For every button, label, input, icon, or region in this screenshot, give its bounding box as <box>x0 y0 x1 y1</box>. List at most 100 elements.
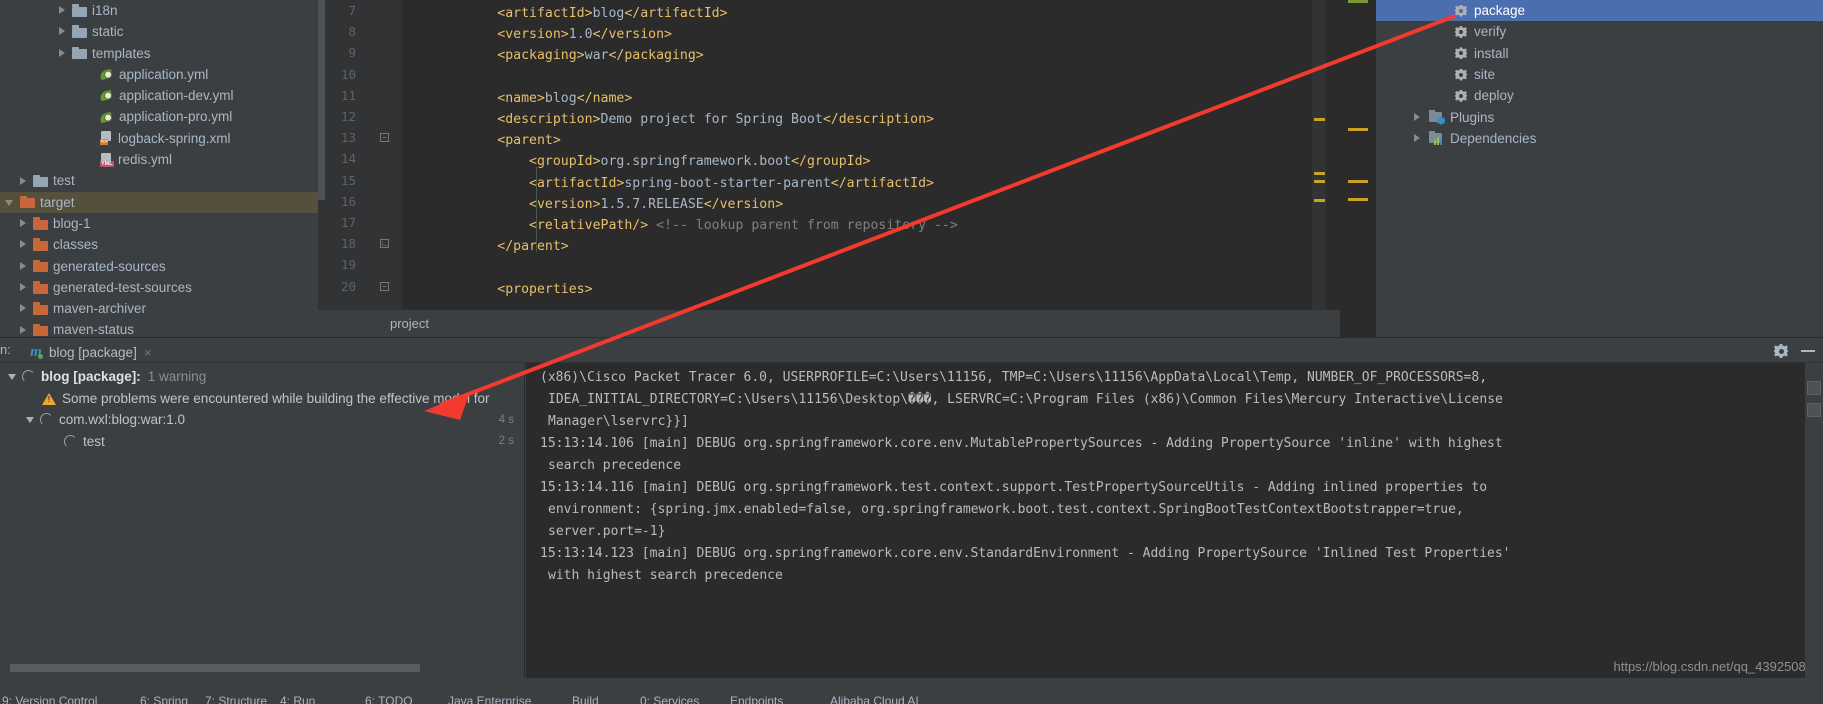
project-tree-row[interactable]: i18n <box>0 0 318 21</box>
code-line[interactable] <box>402 67 466 88</box>
status-bar-item[interactable]: Endpoints <box>730 694 783 704</box>
chevron-down-icon[interactable] <box>26 414 37 425</box>
maven-tree-row[interactable]: verify <box>1376 21 1823 42</box>
error-stripe-mark[interactable] <box>1314 199 1325 202</box>
scroll-to-end-icon[interactable] <box>1807 403 1821 417</box>
project-tree-row[interactable]: YML redis.yml <box>0 149 318 170</box>
build-output-tree[interactable]: blog [package]: 1 warning Some problems we… <box>0 363 525 678</box>
project-tree-row[interactable]: templates <box>0 43 318 64</box>
maven-tree-row[interactable]: deploy <box>1376 85 1823 106</box>
chevron-right-icon[interactable] <box>18 303 29 314</box>
status-bar-item[interactable]: 6: Spring <box>140 694 188 704</box>
console-line: IDEA_INITIAL_DIRECTORY=C:\Users\11156\De… <box>548 392 1503 407</box>
project-tree-row[interactable]: maven-archiver <box>0 298 318 319</box>
chevron-right-icon[interactable] <box>57 48 68 59</box>
error-stripe-mark[interactable] <box>1314 118 1325 121</box>
build-tree-row-label: com.wxl:blog:war:1.0 <box>59 412 186 428</box>
build-console-output[interactable]: (x86)\Cisco Packet Tracer 6.0, USERPROFI… <box>526 363 1823 678</box>
status-bar-item[interactable]: 6: TODO <box>365 694 413 704</box>
editor-code-area[interactable]: <artifactId>blog</artifactId> <version>1… <box>402 0 1340 310</box>
code-line[interactable]: <parent> <box>402 130 561 151</box>
code-line[interactable]: <version>1.0</version> <box>402 24 672 45</box>
code-editor[interactable]: 7 8 9 10 11 12 13−14 15 16 17 18 ∟ 19 20− <artifactId… <box>318 0 1340 337</box>
code-line[interactable]: <packaging>war</packaging> <box>402 45 703 66</box>
editor-breadcrumb[interactable]: project <box>318 310 1340 337</box>
editor-vertical-scrollbar[interactable] <box>318 0 325 200</box>
chevron-right-icon[interactable] <box>18 218 29 229</box>
code-line[interactable]: <properties> <box>402 279 592 300</box>
chevron-right-icon[interactable] <box>18 239 29 250</box>
project-tool-window[interactable]: i18n static templates application.yml applic… <box>0 0 318 337</box>
project-tree-row[interactable]: maven-status <box>0 319 318 337</box>
project-tree-row[interactable]: test <box>0 170 318 191</box>
code-line[interactable]: <version>1.5.7.RELEASE</version> <box>402 194 783 215</box>
status-bar-item[interactable]: 0: Services <box>640 694 699 704</box>
project-tree-row[interactable]: target <box>0 191 318 213</box>
maven-tree-row[interactable]: site <box>1376 64 1823 85</box>
maven-tool-window[interactable]: package verify install site deploy Plugins Dep… <box>1340 0 1823 337</box>
maven-tree-row[interactable]: install <box>1376 43 1823 64</box>
chevron-down-icon[interactable] <box>5 197 16 208</box>
chevron-down-icon[interactable] <box>8 371 19 382</box>
chevron-right-icon[interactable] <box>18 325 29 336</box>
code-line[interactable]: <artifactId>blog</artifactId> <box>402 3 727 24</box>
close-icon[interactable]: × <box>144 345 152 360</box>
project-tree-row-label: application.yml <box>119 66 209 82</box>
fold-end-icon[interactable]: ∟ <box>380 239 391 250</box>
project-tree-row-label: maven-archiver <box>53 301 147 317</box>
build-tree-row[interactable]: test 2 s <box>0 431 524 453</box>
fold-collapse-icon[interactable]: − <box>380 281 391 293</box>
chevron-right-icon[interactable] <box>18 282 29 293</box>
status-bar-item[interactable]: Java Enterprise <box>448 694 531 704</box>
build-tree-row[interactable]: com.wxl:blog:war:1.0 4 s <box>0 409 524 431</box>
status-bar-item[interactable]: Build <box>572 694 599 704</box>
chevron-right-icon[interactable] <box>18 176 29 187</box>
chevron-right-icon[interactable] <box>57 26 68 37</box>
project-tree-row[interactable]: generated-sources <box>0 256 318 277</box>
maven-tree-row[interactable]: package <box>1376 0 1823 22</box>
editor-gutter[interactable]: 7 8 9 10 11 12 13−14 15 16 17 18 ∟ 19 20− <box>318 0 402 310</box>
code-line[interactable]: <name>blog</name> <box>402 88 632 109</box>
project-tree-row[interactable]: classes <box>0 234 318 255</box>
project-tree-row[interactable]: application.yml <box>0 64 318 85</box>
error-stripe-mark[interactable] <box>1314 180 1325 183</box>
fold-collapse-icon[interactable]: − <box>380 133 391 144</box>
project-tree-row[interactable]: application-pro.yml <box>0 106 318 127</box>
line-number: 20 <box>340 278 356 294</box>
status-bar-item[interactable]: 7: Structure <box>205 694 267 704</box>
editor-error-stripe[interactable] <box>1312 0 1326 310</box>
console-side-toolbar[interactable] <box>1805 363 1823 678</box>
code-line[interactable]: <relativePath/> <!-- lookup parent from … <box>402 215 958 236</box>
chevron-right-icon[interactable] <box>1412 133 1423 144</box>
project-tree-row[interactable]: static <box>0 21 318 42</box>
chevron-right-icon[interactable] <box>1412 112 1423 123</box>
tab-blog-package[interactable]: m blog [package] × <box>22 340 166 366</box>
code-line[interactable]: <artifactId>spring-boot-starter-parent</… <box>402 173 934 194</box>
build-tree-row[interactable]: Some problems were encountered while bui… <box>0 388 524 410</box>
chevron-right-icon[interactable] <box>57 5 68 16</box>
project-tree-row[interactable]: generated-test-sources <box>0 277 318 298</box>
code-line[interactable]: <groupId>org.springframework.boot</group… <box>402 151 870 172</box>
chevron-right-icon[interactable] <box>18 261 29 272</box>
gear-icon[interactable] <box>1773 343 1789 359</box>
hide-icon[interactable] <box>1801 350 1815 352</box>
code-line[interactable]: <description>Demo project for Spring Boo… <box>402 109 934 130</box>
project-tree-row[interactable]: application-dev.yml <box>0 85 318 106</box>
soft-wrap-icon[interactable] <box>1807 381 1821 395</box>
project-tree-row[interactable]: <> logback-spring.xml <box>0 128 318 149</box>
maven-tree-row[interactable]: Dependencies <box>1376 128 1823 149</box>
status-bar[interactable]: 9: Version Control 6: Spring 7: Structure 4… <box>0 692 1823 704</box>
maven-goals-list[interactable]: package verify install site deploy Plugins Dep… <box>1376 0 1823 337</box>
status-bar-item[interactable]: 4: Run <box>280 694 315 704</box>
error-stripe-mark[interactable] <box>1314 172 1325 175</box>
maven-tree-row[interactable]: Plugins <box>1376 106 1823 127</box>
yml-file-icon: YML <box>99 152 114 167</box>
status-bar-item[interactable]: 9: Version Control <box>2 694 97 704</box>
project-tree-row[interactable]: blog-1 <box>0 213 318 234</box>
status-bar-item[interactable]: Alibaba Cloud AI <box>830 694 919 704</box>
code-line[interactable] <box>402 257 466 278</box>
code-line[interactable]: </parent> <box>402 236 568 257</box>
build-tree-horizontal-scrollbar[interactable] <box>10 664 420 672</box>
build-tree-row[interactable]: blog [package]: 1 warning <box>0 366 524 388</box>
